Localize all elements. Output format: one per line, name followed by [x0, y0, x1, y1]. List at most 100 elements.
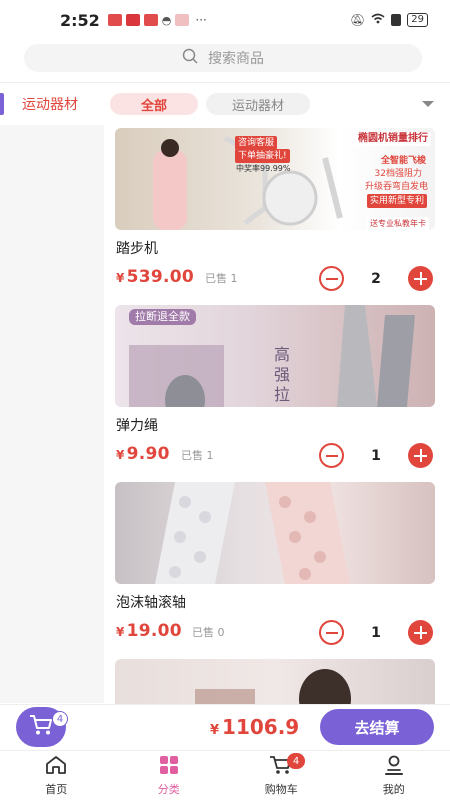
wechat-icon: ◓ [161, 13, 172, 27]
sidebar-item-sports-equipment[interactable]: 运动器材 [0, 83, 104, 125]
app-screen: 2:52 ◓ ··· 🔕︎ 29 搜索商品 运动器材 全部 运动器材 椭圆机销量… [0, 0, 450, 800]
product-image-stepper[interactable]: 椭圆机销量排行 咨询客服 下单抽豪礼! 中奖率99.99% 全智能飞梭 32档强… [115, 128, 435, 230]
ad-text: 32档强阻力 [374, 169, 422, 179]
bottom-tab-bar: 首页 分类 4 购物车 我的 [0, 750, 450, 800]
product-name: 踏步机 [116, 241, 158, 257]
product-card[interactable]: 椭圆机销量排行 咨询客服 下单抽豪礼! 中奖率99.99% 全智能飞梭 32档强… [115, 128, 435, 305]
currency-symbol: ¥ [116, 448, 125, 462]
tab-label: 购物车 [264, 782, 298, 796]
tab-label: 我的 [382, 782, 405, 796]
status-time: 2:52 [60, 10, 100, 30]
tab-label: 分类 [157, 782, 180, 796]
system-icons: 🔕︎ 29 [350, 13, 428, 27]
ad-text: 实用新型专利 [366, 194, 427, 208]
sidebar-item-label: 运动器材 [22, 97, 78, 113]
cart-count-badge: 4 [52, 711, 68, 727]
search-icon [182, 48, 198, 68]
app-notify-icon [143, 14, 158, 26]
filter-chips: 全部 运动器材 [110, 93, 442, 115]
search-placeholder: 搜索商品 [208, 51, 264, 67]
alert-icon [391, 14, 402, 26]
ad-text: 咨询客服 [235, 136, 278, 150]
cart-button[interactable]: 4 [16, 707, 68, 747]
product-image-partial[interactable] [115, 659, 435, 704]
wifi-icon [371, 13, 385, 27]
sold-count: 已售 1 [181, 449, 214, 462]
price-value: 539.00 [126, 267, 195, 287]
chip-all[interactable]: 全部 [110, 93, 198, 115]
cart-tab-badge: 4 [287, 753, 305, 769]
tab-home[interactable]: 首页 [0, 751, 113, 800]
currency-symbol: ¥ [116, 271, 125, 285]
quantity-value: 1 [371, 624, 381, 641]
ad-text: 升级吞弯自发电 [364, 182, 428, 192]
expand-caret-icon[interactable] [422, 101, 434, 107]
product-image-resistance-band[interactable]: 拉断退全款 高 强 拉 [115, 305, 435, 407]
product-list[interactable]: 椭圆机销量排行 咨询客服 下单抽豪礼! 中奖率99.99% 全智能飞梭 32档强… [115, 128, 435, 704]
ad-banner-title: 椭圆机销量排行 [355, 132, 431, 146]
app-notify-icon [175, 14, 190, 26]
increase-button[interactable] [408, 620, 433, 645]
ad-text: 拉 [274, 385, 291, 404]
product-photo-art [195, 669, 351, 704]
product-image-foam-roller[interactable] [115, 482, 435, 584]
price-value: 9.90 [126, 444, 170, 464]
product-name: 泡沫轴滚轴 [116, 595, 186, 611]
home-icon [45, 755, 67, 778]
sold-count: 已售 0 [192, 626, 225, 639]
ad-text: 强 [274, 365, 291, 384]
minus-icon [325, 277, 338, 280]
ad-banner-title: 拉断退全款 [129, 309, 196, 325]
product-price: ¥19.00 [116, 621, 182, 641]
quantity-stepper: 2 [319, 266, 433, 291]
ad-text: 全智能飞梭 [380, 156, 426, 166]
chip-sports-equipment[interactable]: 运动器材 [206, 93, 310, 115]
tab-cart[interactable]: 4 购物车 [225, 751, 338, 800]
user-icon [383, 755, 405, 778]
increase-button[interactable] [408, 266, 433, 291]
battery-icon: 29 [407, 13, 428, 27]
tab-profile[interactable]: 我的 [338, 751, 450, 800]
more-dots: ··· [195, 13, 207, 27]
product-price: ¥9.90 [116, 444, 170, 464]
sold-count: 已售 1 [205, 272, 238, 285]
quantity-value: 2 [371, 270, 381, 287]
category-sidebar: 运动器材 [0, 83, 104, 703]
grid-icon [158, 755, 180, 778]
product-card[interactable] [115, 659, 435, 704]
total-value: 1106.9 [222, 715, 300, 739]
tab-category[interactable]: 分类 [113, 751, 226, 800]
price-value: 19.00 [126, 621, 182, 641]
product-price: ¥539.00 [116, 267, 194, 287]
quantity-stepper: 1 [319, 443, 433, 468]
cart-icon [29, 714, 53, 740]
search-bar[interactable]: 搜索商品 [24, 44, 422, 72]
checkout-bar: 4 ¥1106.9 去结算 [0, 704, 450, 749]
product-card[interactable]: 拉断退全款 高 强 拉 弹力绳 ¥9.90 已售 1 1 [115, 305, 435, 482]
ad-text: 送专业私教年卡 [367, 217, 429, 230]
currency-symbol: ¥ [210, 723, 220, 738]
currency-symbol: ¥ [116, 625, 125, 639]
decrease-button[interactable] [319, 266, 344, 291]
product-name: 弹力绳 [116, 418, 158, 434]
quantity-value: 1 [371, 447, 381, 464]
app-notify-icon [107, 14, 122, 26]
increase-button[interactable] [408, 443, 433, 468]
quantity-stepper: 1 [319, 620, 433, 645]
foam-roller-art [155, 482, 350, 584]
minus-icon [325, 454, 338, 457]
product-card[interactable]: 泡沫轴滚轴 ¥19.00 已售 0 1 [115, 482, 435, 659]
checkout-button[interactable]: 去结算 [320, 709, 434, 745]
ad-text: 高 [274, 345, 291, 364]
ad-text: 下单抽豪礼! [235, 149, 290, 163]
app-notify-icon [125, 14, 140, 26]
tab-label: 首页 [45, 782, 68, 796]
decrease-button[interactable] [319, 620, 344, 645]
decrease-button[interactable] [319, 443, 344, 468]
notification-icons: ◓ ··· [107, 13, 207, 27]
ad-text: 中奖率99.99% [236, 164, 291, 173]
order-total: ¥1106.9 [210, 715, 299, 739]
status-bar: 2:52 ◓ ··· 🔕︎ 29 [0, 0, 450, 40]
mute-icon: 🔕︎ [350, 13, 366, 27]
minus-icon [325, 631, 338, 634]
